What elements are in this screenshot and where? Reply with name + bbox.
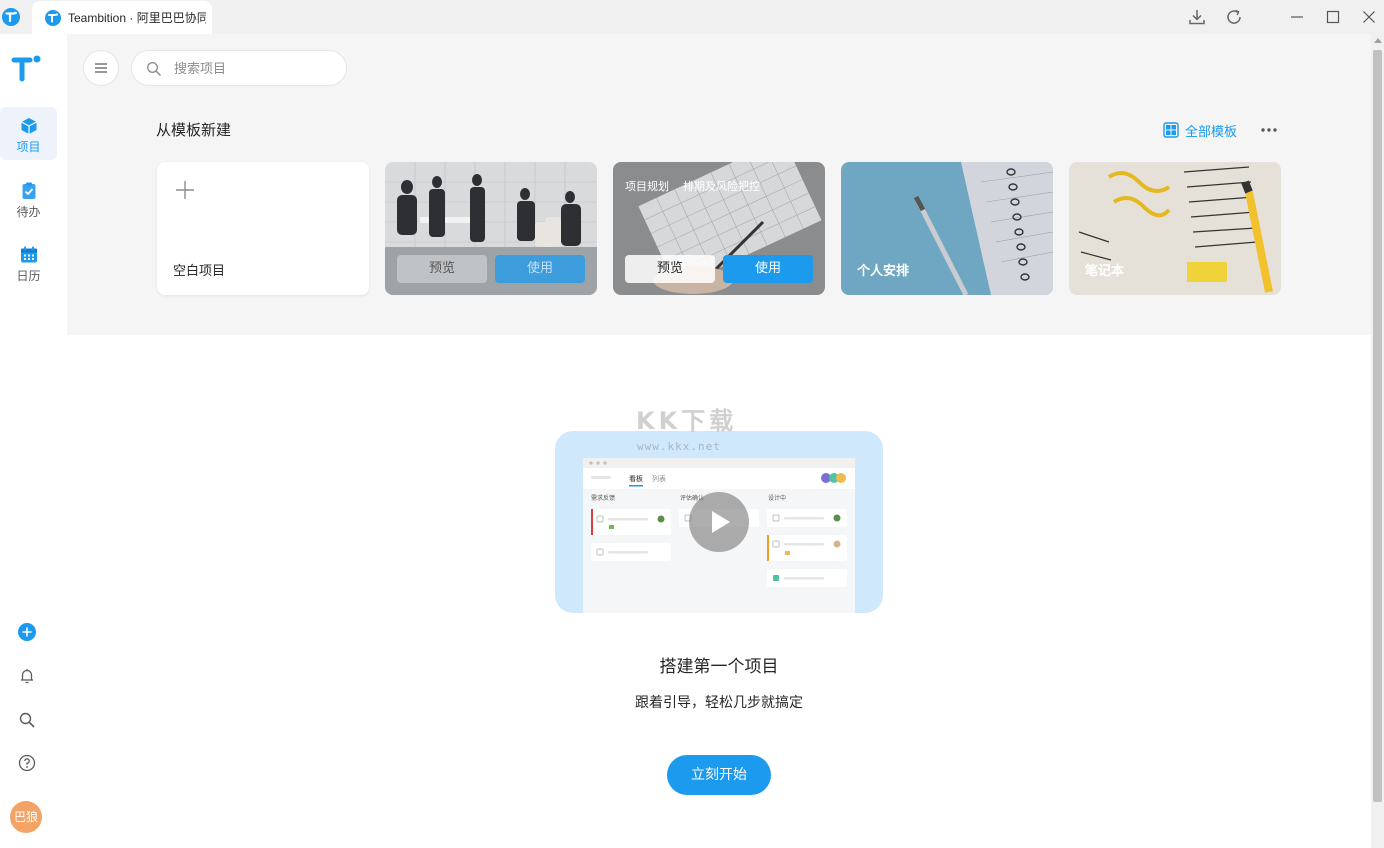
- add-button[interactable]: [14, 619, 40, 645]
- card-label: 笔记本: [1085, 264, 1125, 279]
- empty-state-description: 跟着引导，轻松几步就搞定: [635, 695, 803, 711]
- download-button[interactable]: [1184, 4, 1210, 30]
- use-button[interactable]: 使用: [495, 255, 585, 283]
- add-icon: [18, 623, 36, 641]
- search-button[interactable]: [14, 707, 40, 733]
- more-dots-icon: [1261, 128, 1277, 132]
- minimize-button[interactable]: [1284, 4, 1310, 30]
- left-sidebar: 项目 待办 日历 巴狼: [0, 34, 67, 848]
- project-cube-icon: [18, 115, 40, 137]
- sidebar-item-projects[interactable]: 项目: [0, 107, 57, 160]
- hamburger-icon: [95, 63, 107, 73]
- mock-column-1: 需求反馈: [591, 494, 615, 502]
- sidebar-item-todo[interactable]: 待办: [0, 172, 57, 225]
- title-bar: Teambition · 阿里巴巴协同: [0, 0, 1384, 34]
- sidebar-item-label: 项目: [16, 140, 41, 154]
- minimize-icon: [1291, 16, 1303, 18]
- card-label: 个人安排: [857, 264, 910, 279]
- template-card-notebook[interactable]: 笔记本: [1069, 162, 1281, 295]
- scrollbar-thumb[interactable]: [1373, 50, 1382, 802]
- plus-icon: [176, 181, 194, 199]
- card-top-right: 排期及风险把控: [683, 180, 760, 193]
- empty-state-title: 搭建第一个项目: [659, 657, 779, 677]
- start-now-button[interactable]: 立刻开始: [667, 755, 771, 795]
- card-top-left: 项目规划: [625, 180, 669, 193]
- avatar[interactable]: 巴狼: [10, 801, 42, 833]
- mock-tab-board: 看板: [629, 474, 643, 483]
- bell-icon: [21, 669, 33, 684]
- grid-icon: [1163, 122, 1179, 138]
- search-box[interactable]: [131, 50, 347, 86]
- all-templates-label: 全部模板: [1185, 124, 1238, 140]
- sidebar-item-label: 待办: [16, 205, 41, 219]
- close-icon: [1363, 11, 1375, 23]
- refresh-icon: [1227, 9, 1241, 24]
- watermark-url: www.kkx.net: [637, 440, 721, 453]
- help-icon: [18, 754, 36, 772]
- scroll-up-arrow-icon[interactable]: [1374, 38, 1382, 43]
- search-icon: [19, 712, 35, 728]
- sidebar-item-calendar[interactable]: 日历: [0, 236, 57, 289]
- sidebar-item-label: 日历: [16, 269, 41, 283]
- template-card-blank[interactable]: 空白项目: [157, 162, 369, 295]
- board-illustration: 看板 列表 需求反馈 评估确认 设计中: [555, 431, 883, 613]
- browser-tab[interactable]: Teambition · 阿里巴巴协同: [32, 1, 212, 34]
- preview-button[interactable]: 预览: [397, 255, 487, 283]
- maximize-icon: [1326, 10, 1340, 24]
- template-card-personal[interactable]: 个人安排: [841, 162, 1053, 295]
- card-label: 空白项目: [173, 264, 226, 279]
- teambition-app-icon: [2, 8, 20, 26]
- menu-button[interactable]: [83, 50, 119, 86]
- template-card-team[interactable]: 预览 使用: [385, 162, 597, 295]
- notifications-button[interactable]: [14, 663, 40, 689]
- teambition-tab-icon: [45, 10, 61, 26]
- search-input[interactable]: [174, 59, 334, 79]
- sync-button[interactable]: [1221, 4, 1247, 30]
- templates-panel: 从模板新建 全部模板 空白项目: [67, 34, 1371, 335]
- help-button[interactable]: [14, 750, 40, 776]
- todo-clipboard-icon: [18, 180, 40, 202]
- watermark-text: KK下载: [636, 407, 738, 435]
- card-top-text: 项目规划 排期及风险把控: [625, 178, 774, 194]
- play-icon: [689, 492, 749, 552]
- teambition-logo-icon[interactable]: [11, 52, 43, 84]
- calendar-icon: [18, 244, 40, 266]
- search-icon: [147, 62, 162, 77]
- maximize-button[interactable]: [1320, 4, 1346, 30]
- mock-tab-list: 列表: [652, 474, 666, 483]
- preview-button[interactable]: 预览: [625, 255, 715, 283]
- template-card-planning[interactable]: 项目规划 排期及风险把控 预览 使用: [613, 162, 825, 295]
- close-button[interactable]: [1356, 4, 1382, 30]
- tab-title: Teambition · 阿里巴巴协同: [68, 11, 206, 25]
- mock-column-3: 设计中: [768, 494, 786, 502]
- download-icon: [1189, 10, 1205, 25]
- use-button[interactable]: 使用: [723, 255, 813, 283]
- all-templates-link[interactable]: 全部模板: [1163, 120, 1237, 140]
- section-title: 从模板新建: [156, 121, 232, 139]
- more-button[interactable]: [1257, 120, 1281, 140]
